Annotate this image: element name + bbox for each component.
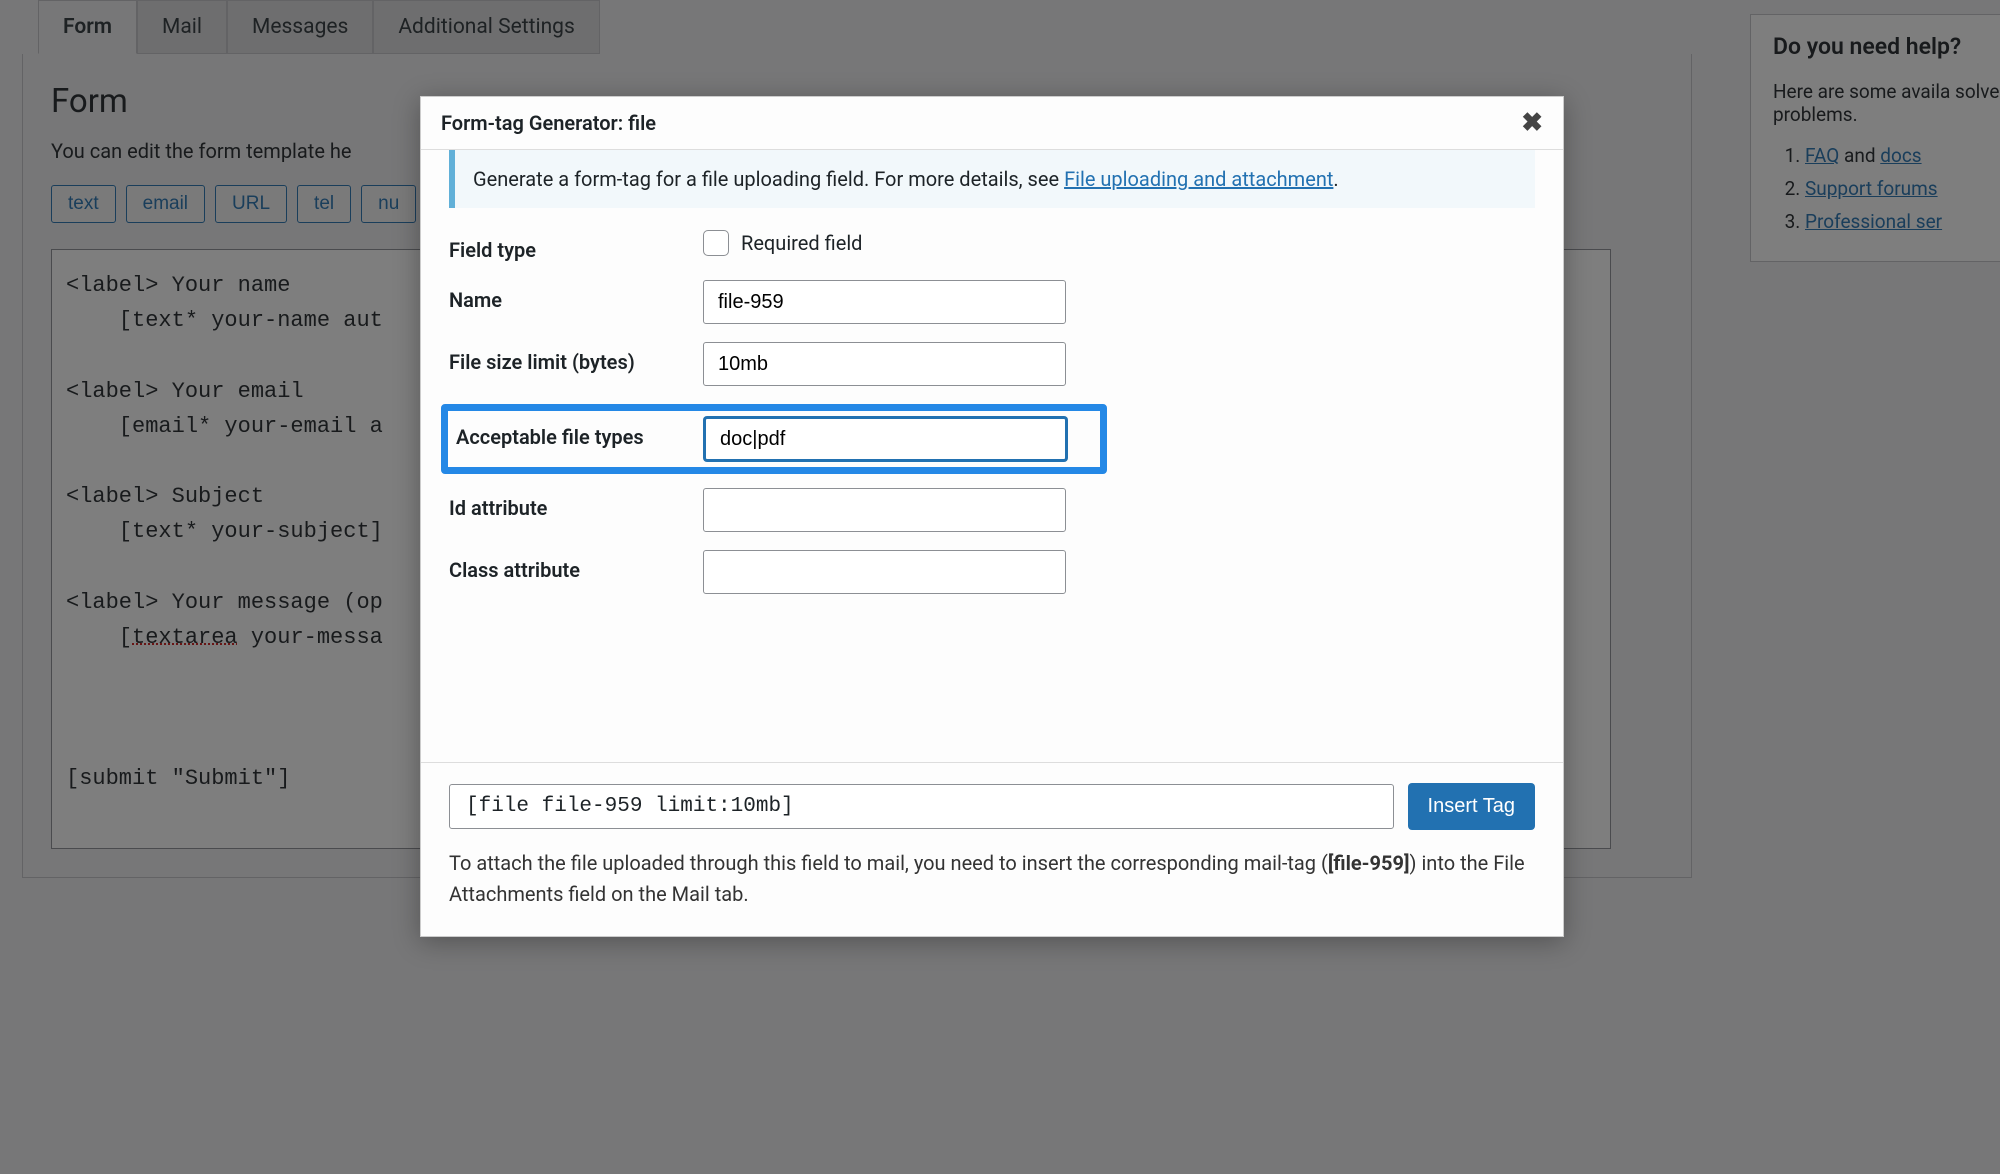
class-attribute-input[interactable] xyxy=(703,550,1066,594)
required-label: Required field xyxy=(741,231,862,255)
file-size-limit-input[interactable] xyxy=(703,342,1066,386)
close-icon[interactable]: ✖ xyxy=(1521,108,1543,138)
label-field-type: Field type xyxy=(449,230,703,262)
label-name: Name xyxy=(449,280,703,312)
name-input[interactable] xyxy=(703,280,1066,324)
link-file-uploading[interactable]: File uploading and attachment xyxy=(1064,167,1333,191)
footer-note: To attach the file uploaded through this… xyxy=(449,848,1535,910)
mail-tag: [file-959] xyxy=(1328,851,1410,875)
label-id-attribute: Id attribute xyxy=(449,488,703,520)
form-tag-generator-modal: Form-tag Generator: file ✖ Generate a fo… xyxy=(420,96,1564,937)
label-acceptable-file-types: Acceptable file types xyxy=(452,417,704,449)
generated-shortcode[interactable]: [file file-959 limit:10mb] xyxy=(449,784,1394,829)
label-file-size-limit: File size limit (bytes) xyxy=(449,342,703,374)
modal-title: Form-tag Generator: file xyxy=(441,111,656,135)
acceptable-file-types-input[interactable] xyxy=(704,417,1067,461)
id-attribute-input[interactable] xyxy=(703,488,1066,532)
required-checkbox[interactable] xyxy=(703,230,729,256)
info-banner: Generate a form-tag for a file uploading… xyxy=(449,150,1535,208)
insert-tag-button[interactable]: Insert Tag xyxy=(1408,783,1535,830)
label-class-attribute: Class attribute xyxy=(449,550,703,582)
acceptable-file-types-row: Acceptable file types xyxy=(441,404,1107,474)
